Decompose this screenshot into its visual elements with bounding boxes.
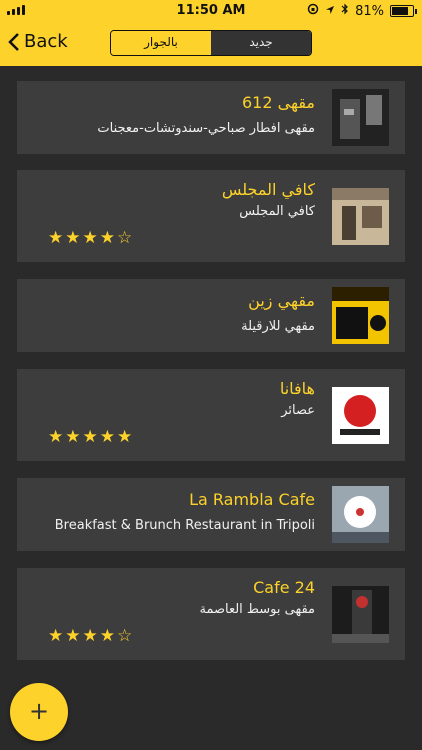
bluetooth-icon xyxy=(341,3,349,19)
rating-stars: ★★★★☆ xyxy=(48,626,135,646)
segment-new[interactable]: جديد xyxy=(211,31,311,55)
cafe-thumbnail xyxy=(332,387,389,444)
cafe-thumbnail xyxy=(332,586,389,643)
rotation-lock-icon xyxy=(307,3,319,19)
battery-percent: 81% xyxy=(355,3,384,19)
add-button[interactable]: + xyxy=(10,683,68,741)
rating-stars: ★★★★☆ xyxy=(48,228,135,248)
cafe-title: مقهي زين xyxy=(248,291,315,310)
segment-nearby[interactable]: بالجوار xyxy=(111,31,211,55)
cafe-subtitle: عصائر xyxy=(281,403,315,418)
cafe-thumbnail xyxy=(332,287,389,344)
cafe-subtitle: مقهى افطار صباحي-سندوتشات-معجنات xyxy=(97,121,315,136)
segmented-control: بالجوار جديد xyxy=(110,30,312,56)
navigation-bar: Back بالجوار جديد xyxy=(0,22,422,66)
cafe-subtitle: كافي المجلس xyxy=(239,204,315,219)
battery-icon xyxy=(390,5,417,17)
back-label: Back xyxy=(24,31,68,52)
list-item[interactable]: Cafe 24 مقهى بوسط العاصمة ★★★★☆ xyxy=(17,568,405,660)
cafe-thumbnail xyxy=(332,89,389,146)
cafe-title: La Rambla Cafe xyxy=(189,490,315,509)
list-item[interactable]: هافانا عصائر ★★★★★ xyxy=(17,369,405,461)
cafe-thumbnail xyxy=(332,188,389,245)
back-button[interactable]: Back xyxy=(8,31,68,52)
cafe-thumbnail xyxy=(332,486,389,543)
cafe-title: مقهى 612 xyxy=(241,93,315,112)
cafe-title: كافي المجلس xyxy=(221,180,315,199)
cafe-title: Cafe 24 xyxy=(253,578,315,597)
rating-stars: ★★★★★ xyxy=(48,427,135,447)
chevron-left-icon xyxy=(8,32,19,51)
cafe-subtitle: مقهي للارقيلة xyxy=(241,319,315,334)
plus-icon: + xyxy=(28,697,50,725)
cafe-subtitle: مقهى بوسط العاصمة xyxy=(199,602,315,617)
cafe-title: هافانا xyxy=(279,379,315,398)
list-item[interactable]: مقهي زين مقهي للارقيلة xyxy=(17,279,405,352)
status-bar: 11:50 AM 81% xyxy=(0,0,422,22)
location-icon xyxy=(325,4,335,19)
list-item[interactable]: مقهى 612 مقهى افطار صباحي-سندوتشات-معجنا… xyxy=(17,81,405,154)
list-item[interactable]: La Rambla Cafe Breakfast & Brunch Restau… xyxy=(17,478,405,551)
list-item[interactable]: كافي المجلس كافي المجلس ★★★★☆ xyxy=(17,170,405,262)
cafe-subtitle: Breakfast & Brunch Restaurant in Tripoli xyxy=(54,518,315,533)
